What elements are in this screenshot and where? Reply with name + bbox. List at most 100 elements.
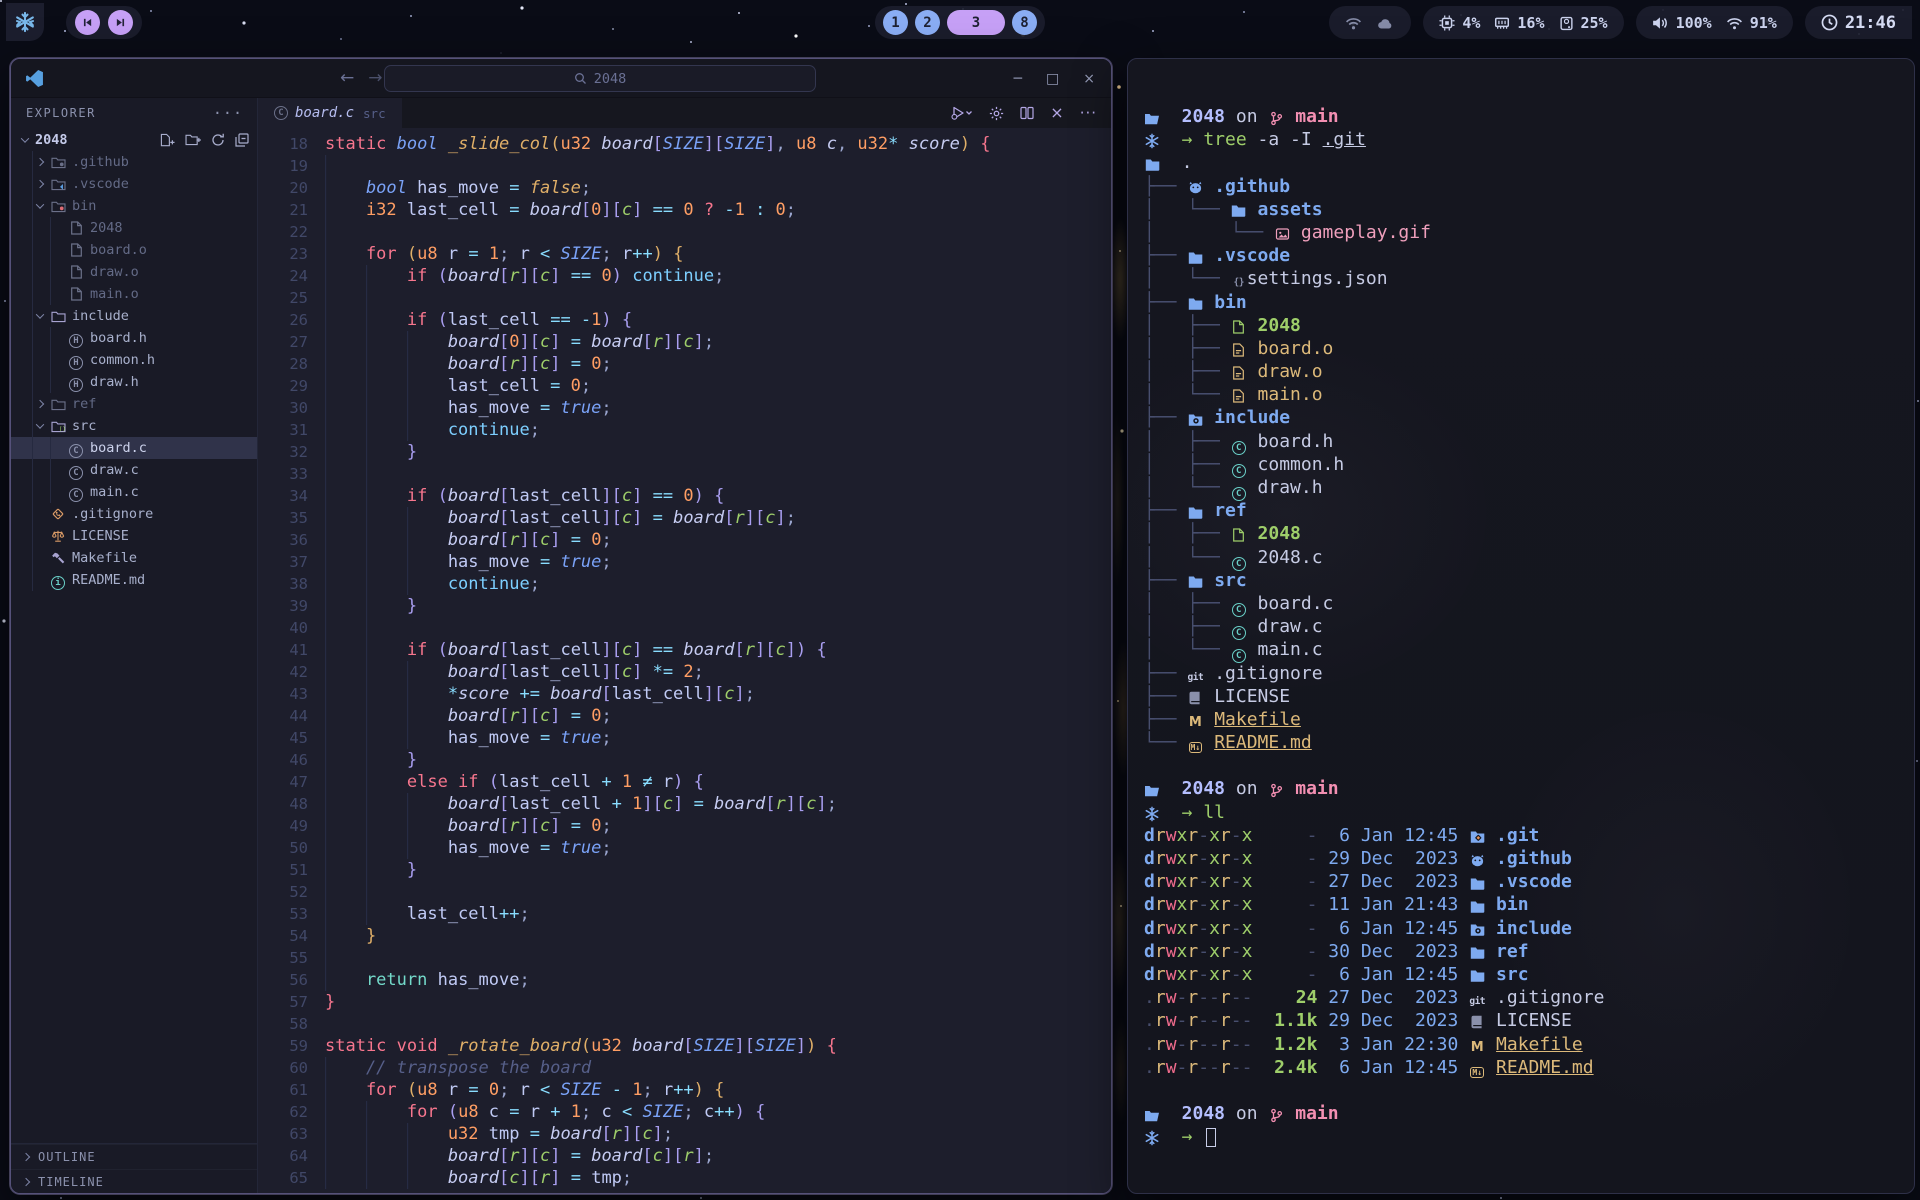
wifi-tray-icon[interactable] <box>1345 13 1362 32</box>
chevron-right-icon[interactable] <box>36 158 44 166</box>
code-line[interactable]: 20bool has_move = false; <box>270 177 1111 199</box>
code-line[interactable]: 28board[r][c] = 0; <box>270 353 1111 375</box>
chevron-down-icon[interactable] <box>36 420 44 428</box>
code-line[interactable]: 35board[last_cell][c] = board[r][c]; <box>270 507 1111 529</box>
new-file-icon[interactable] <box>160 133 175 147</box>
code-line[interactable]: 36board[r][c] = 0; <box>270 529 1111 551</box>
code-line[interactable]: 19 <box>270 155 1111 177</box>
code-line[interactable]: 55 <box>270 947 1111 969</box>
code-line[interactable]: 47else if (last_cell + 1 ≠ r) { <box>270 771 1111 793</box>
explorer-item-board.o[interactable]: board.o <box>11 239 257 261</box>
code-line[interactable]: 56return has_move; <box>270 969 1111 991</box>
code-line[interactable]: 38continue; <box>270 573 1111 595</box>
code-line[interactable]: 41if (board[last_cell][c] == board[r][c]… <box>270 639 1111 661</box>
explorer-item-.gitignore[interactable]: .gitignore <box>11 503 257 525</box>
code-line[interactable]: 48board[last_cell + 1][c] = board[r][c]; <box>270 793 1111 815</box>
code-line[interactable]: 34if (board[last_cell][c] == 0) { <box>270 485 1111 507</box>
skip-forward-icon[interactable] <box>108 10 133 35</box>
code-line[interactable]: 44board[r][c] = 0; <box>270 705 1111 727</box>
code-line[interactable]: 39} <box>270 595 1111 617</box>
chevron-down-icon[interactable] <box>36 200 44 208</box>
explorer-item-include[interactable]: include <box>11 305 257 327</box>
nav-forward-button[interactable]: → <box>368 68 382 88</box>
code-line[interactable]: 45has_move = true; <box>270 727 1111 749</box>
close-button[interactable]: × <box>1083 71 1095 87</box>
workspace-1[interactable]: 1 <box>883 10 908 35</box>
code-line[interactable]: 18static bool _slide_col(u32 board[SIZE]… <box>270 133 1111 155</box>
minimize-button[interactable]: ─ <box>1014 71 1022 87</box>
code-line[interactable]: 49board[r][c] = 0; <box>270 815 1111 837</box>
refresh-icon[interactable] <box>211 133 225 147</box>
chevron-right-icon[interactable] <box>36 400 44 408</box>
code-line[interactable]: 51} <box>270 859 1111 881</box>
code-line[interactable]: 29last_cell = 0; <box>270 375 1111 397</box>
code-line[interactable]: 31continue; <box>270 419 1111 441</box>
code-line[interactable]: 50has_move = true; <box>270 837 1111 859</box>
explorer-item-LICENSE[interactable]: LICENSE <box>11 525 257 547</box>
code-line[interactable]: 33 <box>270 463 1111 485</box>
skip-back-icon[interactable] <box>75 10 100 35</box>
outline-section[interactable]: OUTLINE <box>11 1144 257 1169</box>
code-line[interactable]: 42board[last_cell][c] *= 2; <box>270 661 1111 683</box>
code-line[interactable]: 24if (board[r][c] == 0) continue; <box>270 265 1111 287</box>
settings-gear-icon[interactable] <box>989 106 1004 121</box>
code-line[interactable]: 30has_move = true; <box>270 397 1111 419</box>
code-line[interactable]: 27board[0][c] = board[r][c]; <box>270 331 1111 353</box>
explorer-item-.github[interactable]: .github <box>11 151 257 173</box>
code-line[interactable]: 65board[c][r] = tmp; <box>270 1167 1111 1189</box>
code-line[interactable]: 58 <box>270 1013 1111 1035</box>
search-box[interactable]: 2048 <box>384 65 816 92</box>
nav-back-button[interactable]: ← <box>340 68 354 88</box>
explorer-item-board.c[interactable]: Cboard.c <box>11 437 257 459</box>
timeline-section[interactable]: TIMELINE <box>11 1169 257 1194</box>
code-line[interactable]: 37has_move = true; <box>270 551 1111 573</box>
new-folder-icon[interactable] <box>185 133 201 146</box>
code-line[interactable]: 40 <box>270 617 1111 639</box>
code-line[interactable]: 25 <box>270 287 1111 309</box>
code-line[interactable]: 43*score += board[last_cell][c]; <box>270 683 1111 705</box>
close-icon[interactable]: × <box>1050 105 1063 121</box>
tab-board.c[interactable]: C board.c src <box>258 98 402 128</box>
nix-snowflake-icon[interactable] <box>6 3 44 41</box>
workspace-3[interactable]: 3 <box>947 10 1005 35</box>
code-line[interactable]: 64board[r][c] = board[c][r]; <box>270 1145 1111 1167</box>
code-line[interactable]: 62for (u8 c = r + 1; c < SIZE; c++) { <box>270 1101 1111 1123</box>
workspace-8[interactable]: 8 <box>1012 10 1037 35</box>
explorer-item-ref[interactable]: ref <box>11 393 257 415</box>
more-icon[interactable]: ··· <box>1080 106 1097 121</box>
code-line[interactable]: 32} <box>270 441 1111 463</box>
explorer-item-draw.o[interactable]: draw.o <box>11 261 257 283</box>
code-line[interactable]: 63u32 tmp = board[r][c]; <box>270 1123 1111 1145</box>
terminal-window[interactable]: 2048 on main → tree -a -I .git .├── .git… <box>1127 58 1915 1194</box>
code-line[interactable]: 54} <box>270 925 1111 947</box>
explorer-item-common.h[interactable]: Hcommon.h <box>11 349 257 371</box>
wifi-icon[interactable] <box>1726 14 1743 32</box>
chevron-right-icon[interactable] <box>36 180 44 188</box>
code-line[interactable]: 26if (last_cell == -1) { <box>270 309 1111 331</box>
code-line[interactable]: 21i32 last_cell = board[0][c] == 0 ? -1 … <box>270 199 1111 221</box>
collapse-all-icon[interactable] <box>235 133 249 147</box>
code-line[interactable]: 60// transpose the board <box>270 1057 1111 1079</box>
code-line[interactable]: 22 <box>270 221 1111 243</box>
explorer-item-Makefile[interactable]: Makefile <box>11 547 257 569</box>
explorer-item-draw.h[interactable]: Hdraw.h <box>11 371 257 393</box>
maximize-button[interactable]: □ <box>1046 71 1059 87</box>
explorer-item-board.h[interactable]: Hboard.h <box>11 327 257 349</box>
explorer-item-draw.c[interactable]: Cdraw.c <box>11 459 257 481</box>
workspace-2[interactable]: 2 <box>915 10 940 35</box>
explorer-item-.vscode[interactable]: .vscode <box>11 173 257 195</box>
cloud-tray-icon[interactable] <box>1376 13 1395 32</box>
code-line[interactable]: 53last_cell++; <box>270 903 1111 925</box>
code-line[interactable]: 57} <box>270 991 1111 1013</box>
split-editor-icon[interactable] <box>1020 106 1034 120</box>
volume-icon[interactable] <box>1652 14 1669 32</box>
explorer-item-main.o[interactable]: main.o <box>11 283 257 305</box>
chevron-down-icon[interactable] <box>36 310 44 318</box>
code-editor[interactable]: 18static bool _slide_col(u32 board[SIZE]… <box>258 128 1111 1189</box>
run-icon[interactable] <box>950 106 973 120</box>
explorer-item-src[interactable]: ()src <box>11 415 257 437</box>
code-line[interactable]: 61for (u8 r = 0; r < SIZE - 1; r++) { <box>270 1079 1111 1101</box>
explorer-item-bin[interactable]: bin <box>11 195 257 217</box>
explorer-item-2048[interactable]: 2048 <box>11 217 257 239</box>
code-line[interactable]: 52 <box>270 881 1111 903</box>
